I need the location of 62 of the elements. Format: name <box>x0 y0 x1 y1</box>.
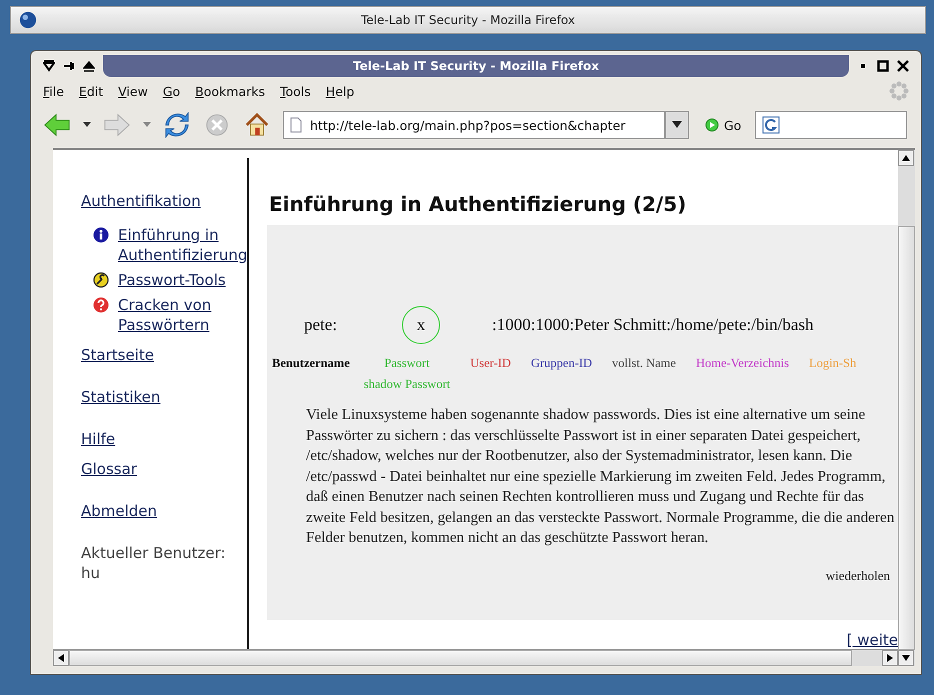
left-arrow-icon[interactable] <box>58 654 64 662</box>
back-arrow-icon[interactable] <box>43 112 71 138</box>
menu-item[interactable]: Bookmarks <box>195 84 265 98</box>
pin-icon[interactable] <box>63 60 75 72</box>
menu-item[interactable]: File <box>43 84 64 98</box>
vertical-scrollbar[interactable] <box>898 150 915 666</box>
page-icon <box>290 117 302 133</box>
nav-link[interactable]: Cracken von Passwörtern <box>118 295 247 335</box>
field-label: User-ID <box>470 355 511 372</box>
field-label: Login-Sh <box>808 355 856 372</box>
nav-link[interactable]: Hilfe <box>81 429 247 449</box>
field-label: vollst. Name <box>612 355 676 372</box>
home-icon[interactable] <box>243 112 271 138</box>
field-label: Passwort <box>384 355 430 372</box>
nav-link[interactable]: Passwort-Tools <box>118 270 226 290</box>
caret-icon[interactable] <box>83 122 91 128</box>
field-label: shadow Passwort <box>364 376 450 393</box>
current-user-text: Aktueller Benutzer: hu <box>81 543 227 583</box>
right-arrow-icon[interactable] <box>887 654 893 662</box>
nav-link[interactable]: Startseite <box>81 345 247 365</box>
passwd-text: pete: <box>304 315 338 335</box>
address-field[interactable]: http://tele-lab.org/main.php?pos=section&chapter <box>283 111 665 139</box>
page-heading: Einführung in Authentifizierung (2/5) <box>269 192 688 216</box>
field-label: Gruppen-ID <box>530 355 592 372</box>
play-icon <box>705 118 719 132</box>
close-icon[interactable] <box>897 60 909 72</box>
down-arrow-icon[interactable] <box>902 655 910 661</box>
shade-icon[interactable] <box>83 60 95 72</box>
description-paragraph: Viele Linuxsysteme haben sogenannte shadow passwords. Dies ist eine alternative um seine Passwörter zu sichern : das verschlüsselte Passwort ist in einer separaten Datei gespeichert, /etc/shadow, welches nur der Rootbenutzer, also der Systemadministrator, lesen kann. Die /etc/passwd - Datei beinhaltet nur eine spezielle Markierung im zweiten Feld. Jedes Programm, daß einen Benutzer nach seinen Rechten kontrollieren muss und Zugang und Rechte für das zweite Feld besitzen, gelangen an das versteckte Passwort. Normale Programme, die die anderen Felder benutzen, kommen nicht an das geschützte Passwort heran. <box>306 405 896 548</box>
menu-item[interactable]: Tools <box>280 84 311 98</box>
help-icon <box>93 297 109 313</box>
reload-icon[interactable] <box>163 112 191 138</box>
repeat-link[interactable]: wiederholen <box>826 568 890 582</box>
maximize-icon[interactable] <box>877 60 889 72</box>
globe-icon <box>19 11 37 29</box>
throbber-icon <box>889 81 909 101</box>
nav-link[interactable]: Glossar <box>81 459 247 479</box>
menu-item[interactable]: Help <box>326 84 354 98</box>
info-icon <box>93 227 109 243</box>
search-engine-icon <box>762 116 780 134</box>
nav-link[interactable]: Authentifikation <box>81 191 247 211</box>
search-field[interactable] <box>755 111 908 139</box>
next-link[interactable]: [ weite <box>846 631 898 649</box>
dropdown-button[interactable] <box>665 111 689 139</box>
password-field-marker: x <box>402 306 440 344</box>
field-label: Home-Verzeichnis <box>696 355 789 372</box>
go-button[interactable]: Go <box>699 118 748 132</box>
window-title: Tele-Lab IT Security - Mozilla Firefox <box>352 59 600 73</box>
field-label: Benutzername <box>272 355 350 372</box>
wrench-icon <box>93 272 109 288</box>
caret-icon <box>672 121 682 129</box>
passwd-text: :1000:1000:Peter Schmitt:/home/pete:/bin/bash <box>492 315 814 335</box>
menu-item[interactable]: View <box>118 84 148 98</box>
menu-item[interactable]: Edit <box>78 84 104 98</box>
horizontal-scrollbar[interactable] <box>53 649 898 666</box>
nav-link[interactable]: Einführung in Authentifizierung <box>118 225 248 265</box>
menu-item[interactable]: Go <box>162 84 180 98</box>
window-title: Tele-Lab IT Security - Mozilla Firefox <box>360 13 576 27</box>
menu-icon[interactable] <box>43 60 55 72</box>
nav-link[interactable]: Abmelden <box>81 501 247 521</box>
nav-link[interactable]: Statistiken <box>81 387 247 407</box>
up-arrow-icon[interactable] <box>902 155 910 161</box>
